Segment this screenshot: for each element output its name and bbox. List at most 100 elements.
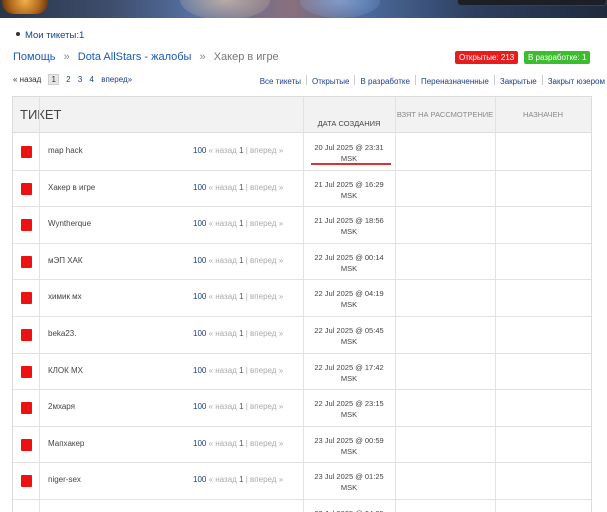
search-input[interactable]	[457, 0, 607, 6]
filter-closed[interactable]: Закрытые	[500, 77, 537, 86]
ticket-pager-current: 1	[239, 219, 244, 229]
ticket-pager-forward[interactable]: вперед »	[250, 366, 283, 375]
ticket-pager-current: 1	[239, 146, 244, 155]
ticket-timezone: MSK	[340, 337, 358, 346]
pager-page[interactable]: 2	[66, 75, 70, 84]
pagination: « назад 1 2 3 4 вперед»	[13, 74, 137, 85]
in-progress-count-badge[interactable]: В разработке: 1	[524, 51, 591, 64]
breadcrumb-separator: »	[199, 51, 206, 63]
ticket-pager: 100 « назад 1 | вперед »	[193, 402, 284, 412]
ticket-pager: 100 « назад 1 | вперед »	[193, 219, 284, 229]
ticket-pager-forward[interactable]: вперед »	[250, 475, 283, 484]
ticket-pager-forward[interactable]: вперед »	[250, 439, 283, 448]
pager-page[interactable]: 3	[78, 75, 82, 84]
ticket-reply-count[interactable]: 100	[193, 292, 206, 301]
ticket-pager: 100 « назад 1 | вперед »	[193, 182, 284, 192]
ticket-title-link[interactable]: 2мхаря	[48, 402, 75, 411]
ticket-reply-count[interactable]: 100	[193, 402, 206, 411]
ticket-title-link[interactable]: niger-sex	[48, 475, 81, 484]
ticket-pager-forward[interactable]: вперед »	[250, 256, 283, 265]
ticket-pager-forward[interactable]: вперед »	[250, 292, 283, 301]
my-tickets-link[interactable]: Мои тикеты:1	[16, 30, 84, 41]
ticket-pager-forward[interactable]: вперед »	[250, 329, 283, 338]
ticket-timezone: MSK	[340, 446, 358, 456]
ticket-pager-back[interactable]: « назад	[209, 475, 237, 484]
filter-in-progress[interactable]: В разработке	[360, 77, 410, 86]
ticket-pager-back[interactable]: « назад	[209, 439, 237, 448]
ticket-reply-count[interactable]: 100	[193, 439, 206, 448]
table-row[interactable]: beka23. 100 « назад 1 | вперед » 22 Jul 20…	[13, 317, 591, 354]
ticket-pager-back[interactable]: « назад	[209, 329, 237, 338]
ticket-title-link[interactable]: map hack	[48, 146, 83, 155]
table-row[interactable]: niger-sex 100 « назад 1 | вперед » 23 Jul …	[13, 463, 591, 500]
filter-all[interactable]: Все тикеты	[260, 77, 301, 86]
ticket-reply-count[interactable]: 100	[193, 366, 206, 375]
ticket-title-link[interactable]: химик мх	[48, 292, 82, 301]
table-row[interactable]: мЭП ХАК 100 « назад 1 | вперед » 22 Jul 20…	[13, 244, 591, 281]
ticket-reply-count[interactable]: 100	[193, 329, 206, 338]
ticket-title-link[interactable]: Хакер в игре	[48, 183, 95, 192]
table-row[interactable]: 100 « назад 1 | вперед »23 Jul 2025 @ 04…	[13, 500, 591, 512]
status-square-icon	[21, 219, 32, 232]
status-square-icon	[21, 402, 32, 415]
table-row[interactable]: химик мх 100 « назад 1 | вперед » 22 Jul 2…	[13, 280, 591, 317]
tickets-table: ТИКЕТ ДАТА СОЗДАНИЯ ВЗЯТ НА РАССМОТРЕНИЕ…	[12, 96, 592, 512]
ticket-title-link[interactable]: Wyntherque	[48, 219, 91, 228]
site-logo[interactable]	[2, 0, 48, 14]
ticket-title-link[interactable]: beka23.	[48, 329, 76, 338]
ticket-date-text: 22 Jul 2025 @ 17:42	[314, 362, 384, 372]
table-header: ТИКЕТ ДАТА СОЗДАНИЯ ВЗЯТ НА РАССМОТРЕНИЕ…	[13, 97, 591, 133]
my-tickets-label[interactable]: Мои тикеты:1	[25, 30, 84, 41]
ticket-pager-forward[interactable]: вперед »	[250, 146, 283, 155]
banner-art	[180, 0, 270, 18]
ticket-reply-count[interactable]: 100	[193, 475, 206, 484]
table-row[interactable]: map hack 100 « назад 1 | вперед » 20 Jul 2…	[13, 134, 591, 171]
ticket-pager-current: 1	[239, 402, 244, 412]
ticket-reply-count[interactable]: 100	[193, 146, 206, 155]
bullet-icon	[16, 32, 20, 36]
table-row[interactable]: КЛОК МХ 100 « назад 1 | вперед » 22 Jul 20…	[13, 354, 591, 391]
pager-back[interactable]: « назад	[13, 75, 41, 84]
breadcrumb-separator: »	[63, 51, 70, 63]
ticket-title-link[interactable]: КЛОК МХ	[48, 366, 83, 375]
ticket-pager-back[interactable]: « назад	[209, 146, 237, 155]
ticket-pager: 100 « назад 1 | вперед »	[193, 292, 284, 302]
ticket-reply-count[interactable]: 100	[193, 256, 206, 265]
table-row[interactable]: Wyntherque 100 « назад 1 | вперед » 21 Jul…	[13, 207, 591, 244]
ticket-pager-back[interactable]: « назад	[209, 183, 237, 192]
breadcrumb-category[interactable]: Dota AllStars - жалобы	[78, 51, 192, 63]
ticket-timezone: MSK	[340, 410, 358, 420]
ticket-reply-count[interactable]: 100	[193, 219, 206, 228]
ticket-pager-forward[interactable]: вперед »	[250, 183, 283, 192]
ticket-title-link[interactable]: мЭП ХАК	[48, 256, 83, 265]
table-row[interactable]: Хакер в игре 100 « назад 1 | вперед » 21 J…	[13, 171, 591, 208]
status-square-icon	[21, 255, 32, 268]
ticket-date-text: 22 Jul 2025 @ 04:19	[314, 289, 384, 299]
ticket-title-link[interactable]: Мапхакер	[48, 439, 84, 448]
filter-closed-by-user[interactable]: Закрыт юзером	[548, 77, 605, 86]
ticket-pager-forward[interactable]: вперед »	[250, 219, 283, 228]
ticket-pager-back[interactable]: « назад	[209, 292, 237, 301]
ticket-pager-back[interactable]: « назад	[209, 219, 237, 228]
status-square-icon	[21, 182, 32, 195]
ticket-timezone: MSK	[340, 300, 358, 310]
open-count-badge[interactable]: Открытые: 213	[455, 51, 519, 64]
ticket-pager-back[interactable]: « назад	[209, 256, 237, 265]
header-banner	[0, 0, 607, 18]
ticket-created-date: 23 Jul 2025 @ 04:35	[303, 508, 395, 512]
breadcrumb-help[interactable]: Помощь	[13, 51, 56, 63]
ticket-pager-back[interactable]: « назад	[209, 366, 237, 375]
table-row[interactable]: 2мхаря 100 « назад 1 | вперед » 22 Jul 202…	[13, 390, 591, 427]
ticket-created-date: 22 Jul 2025 @ 05:45 MSK	[303, 325, 395, 347]
ticket-reply-count[interactable]: 100	[193, 183, 206, 192]
ticket-pager-forward[interactable]: вперед »	[250, 402, 283, 411]
table-row[interactable]: Мапхакер 100 « назад 1 | вперед » 23 Jul 2…	[13, 427, 591, 464]
ticket-pager-back[interactable]: « назад	[209, 402, 237, 411]
ticket-filters: Все тикеты Открытые В разработке Переназнач…	[260, 75, 605, 86]
filter-open[interactable]: Открытые	[312, 77, 349, 86]
filter-reassigned[interactable]: Переназначенные	[421, 77, 489, 86]
status-square-icon	[21, 146, 32, 158]
pager-page[interactable]: 4	[90, 75, 94, 84]
column-header-taken: ВЗЯТ НА РАССМОТРЕНИЕ	[396, 110, 494, 119]
pager-forward[interactable]: вперед»	[101, 75, 132, 84]
